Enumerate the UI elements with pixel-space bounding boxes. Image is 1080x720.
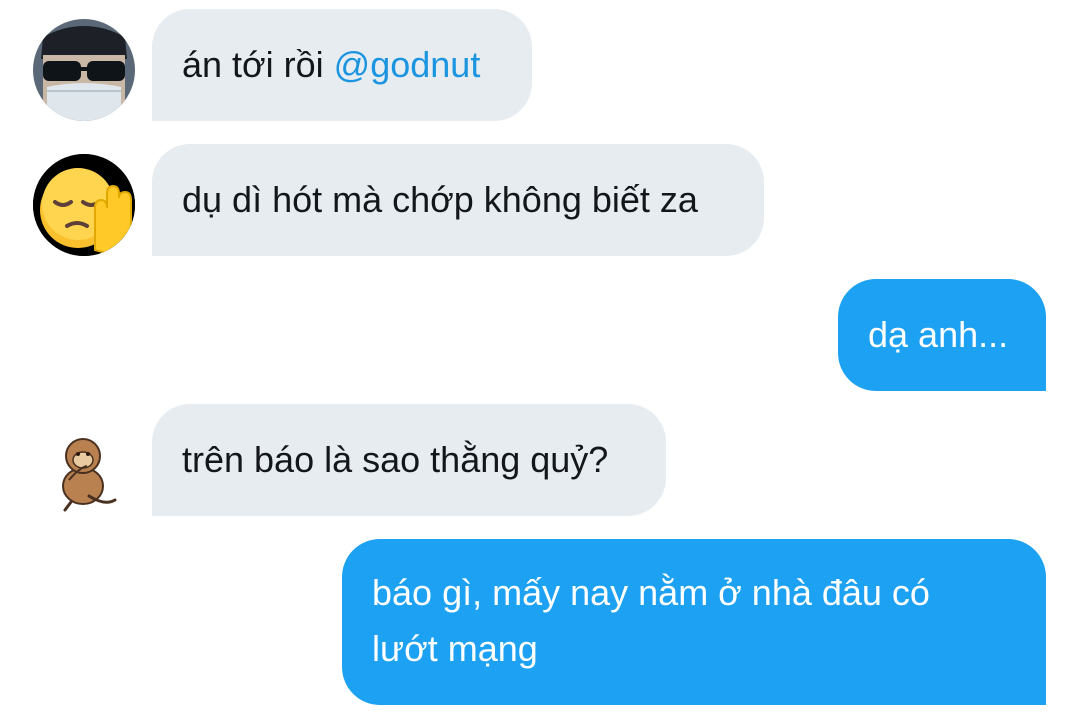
message-bubble-4[interactable]: trên báo là sao thằng quỷ? bbox=[152, 404, 666, 516]
mention-link[interactable]: @godnut bbox=[334, 44, 481, 85]
message-text: dụ dì hót mà chớp không biết za bbox=[182, 179, 698, 220]
message-bubble-3[interactable]: dạ anh... bbox=[838, 279, 1046, 391]
message-text-line: báo gì, mấy nay nằm ở nhà đâu có bbox=[372, 572, 930, 613]
monkey-sticker-avatar[interactable] bbox=[33, 414, 135, 516]
message-text: án tới rồi bbox=[182, 44, 334, 85]
pensive-face-emoji-avatar[interactable] bbox=[33, 154, 135, 256]
message-text: trên báo là sao thằng quỷ? bbox=[182, 439, 609, 480]
message-text: dạ anh... bbox=[868, 314, 1009, 355]
message-bubble-1[interactable]: án tới rồi @godnut bbox=[152, 9, 532, 121]
message-bubble-2[interactable]: dụ dì hót mà chớp không biết za bbox=[152, 144, 764, 256]
message-text-line: lướt mạng bbox=[372, 628, 538, 669]
message-bubble-5[interactable]: báo gì, mấy nay nằm ở nhà đâu có lướt mạ… bbox=[342, 539, 1046, 705]
sunglasses-masked-man-avatar[interactable] bbox=[33, 19, 135, 121]
